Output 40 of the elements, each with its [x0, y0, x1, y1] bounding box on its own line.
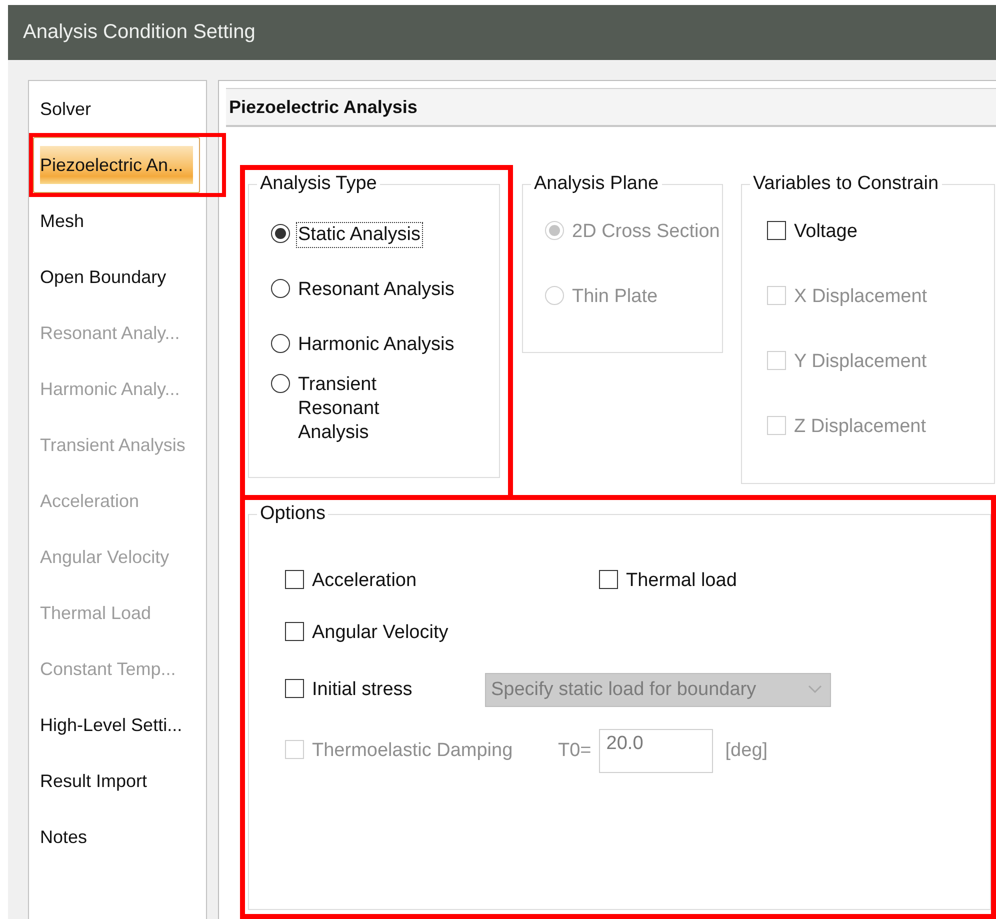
option-label: Transient Resonant Analysis — [297, 373, 380, 445]
checkbox[interactable] — [599, 570, 618, 589]
option-label: X Displacement — [793, 284, 928, 308]
option-label: Y Displacement — [793, 350, 928, 374]
option-label: Voltage — [793, 220, 858, 244]
option-label: Thin Plate — [571, 284, 659, 308]
radio-button[interactable] — [271, 224, 290, 242]
option-label: Acceleration — [311, 569, 418, 593]
group-title: Variables to Constrain — [752, 173, 940, 195]
sidebar-item[interactable]: Solver — [33, 85, 200, 133]
radio-button[interactable] — [271, 374, 290, 393]
checkbox[interactable] — [285, 622, 304, 641]
option-label: Thermal load — [625, 569, 738, 593]
group-title: Analysis Type — [259, 173, 378, 195]
checkbox[interactable] — [767, 220, 786, 240]
sidebar-item[interactable]: Open Boundary — [33, 253, 200, 301]
option-label: Z Displacement — [793, 414, 927, 438]
radio-button[interactable] — [271, 334, 290, 352]
sidebar-item[interactable]: Piezoelectric An... — [33, 137, 200, 193]
sidebar-item[interactable]: Notes — [33, 813, 200, 861]
option-label: Resonant Analysis — [297, 278, 456, 302]
sidebar-item[interactable]: Mesh — [33, 197, 200, 245]
option-label: Static Analysis — [296, 222, 422, 248]
checkbox[interactable] — [285, 570, 304, 589]
chevron-down-icon — [808, 685, 822, 694]
panel-title: Piezoelectric Analysis — [226, 88, 996, 127]
option-label: Thermoelastic Damping — [311, 739, 514, 763]
sidebar-item[interactable]: Result Import — [33, 757, 200, 805]
option-label: Initial stress — [311, 678, 414, 702]
option-label: Harmonic Analysis — [297, 332, 456, 356]
option-label: Angular Velocity — [311, 621, 450, 645]
field-label: T0= — [558, 740, 592, 762]
group-title: Options — [259, 503, 326, 525]
radio-button[interactable] — [271, 278, 290, 298]
sidebar-item[interactable]: High-Level Setti... — [33, 701, 200, 749]
group-title: Analysis Plane — [533, 173, 660, 195]
unit-label: [deg] — [725, 740, 768, 762]
option-label: 2D Cross Section — [571, 220, 721, 244]
window-title: Analysis Condition Setting — [8, 5, 996, 60]
checkbox[interactable] — [285, 678, 304, 698]
